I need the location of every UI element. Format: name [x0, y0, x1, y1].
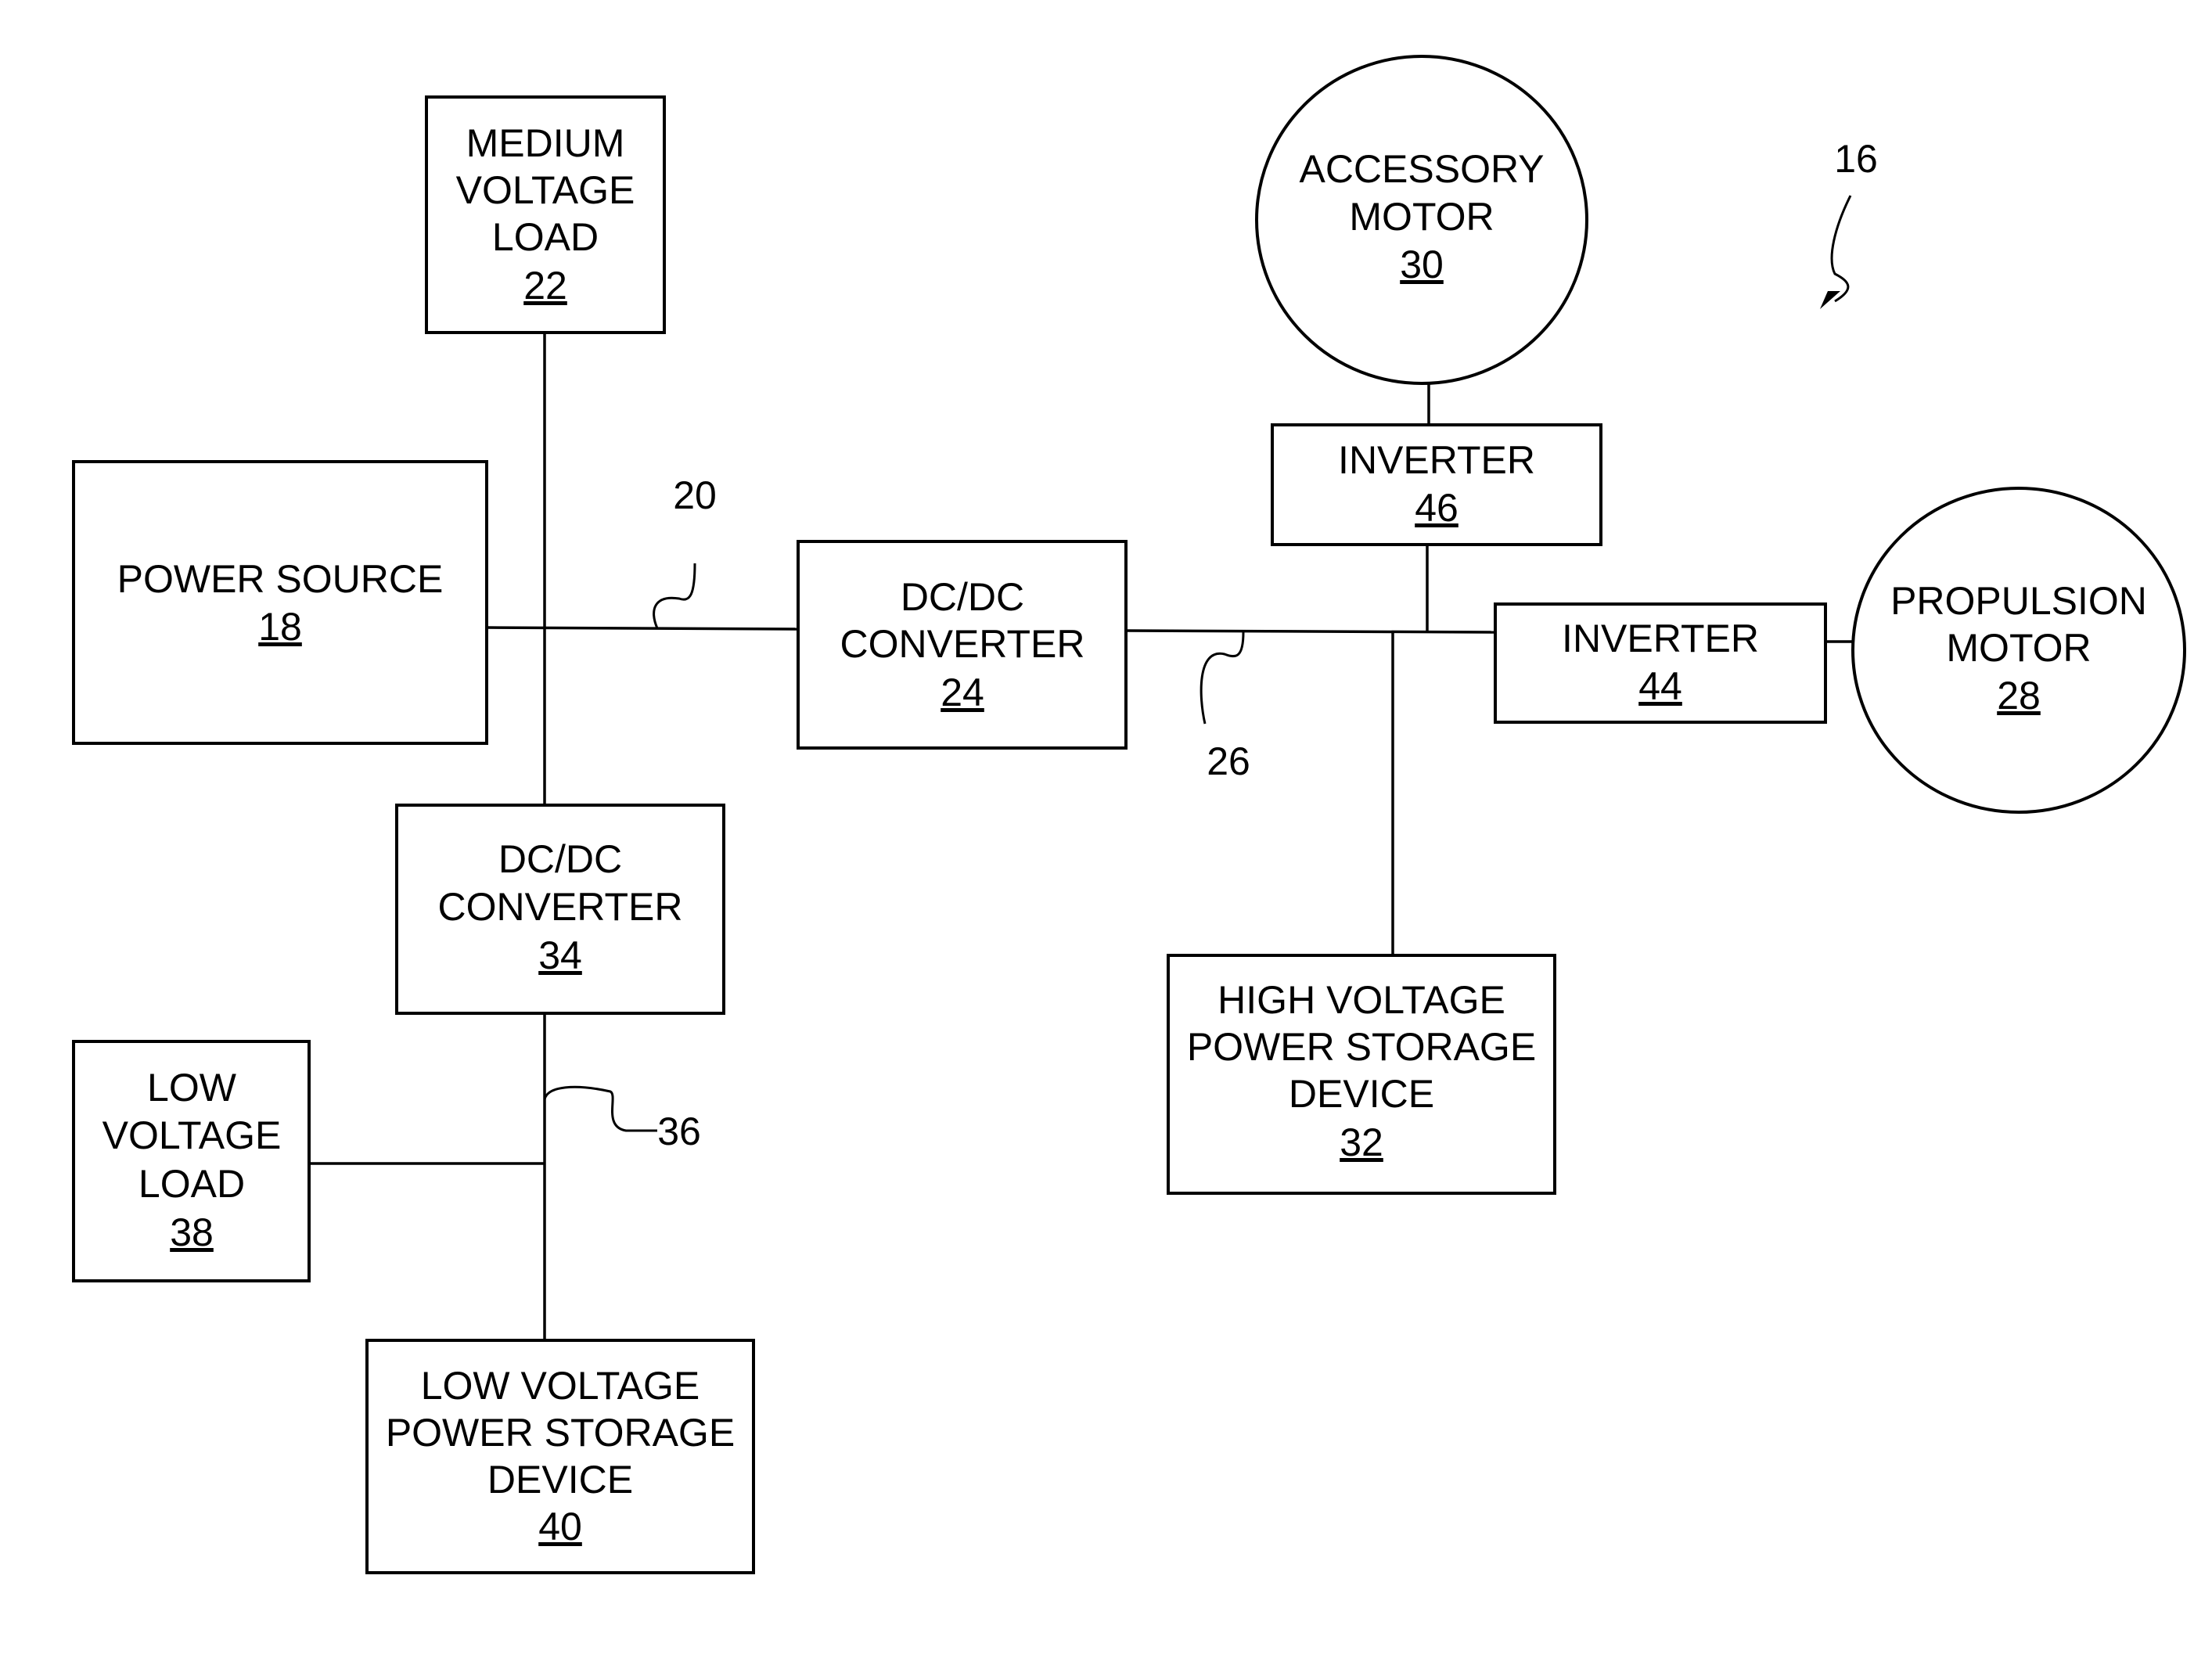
- propulsion-motor-line-2: MOTOR: [1946, 626, 2091, 670]
- hv-storage-line-2: POWER STORAGE: [1187, 1025, 1536, 1069]
- component-medium-voltage-load: MEDIUM VOLTAGE LOAD 22: [425, 95, 666, 334]
- lv-load-line-3: LOAD: [138, 1162, 245, 1206]
- power-source-ref: 18: [258, 605, 302, 649]
- high-voltage-bus-wire: [1125, 629, 1496, 634]
- inverter-44-line-1: INVERTER: [1562, 617, 1759, 660]
- accessory-motor-line-2: MOTOR: [1349, 195, 1494, 239]
- component-inverter-44: INVERTER 44: [1494, 602, 1827, 724]
- lv-storage-line-1: LOW VOLTAGE: [421, 1364, 700, 1408]
- hv-storage-line-1: HIGH VOLTAGE: [1217, 978, 1505, 1022]
- inverter-46-ref: 46: [1415, 486, 1458, 530]
- lv-load-ref: 38: [170, 1210, 214, 1254]
- inverter-44-ref: 44: [1638, 664, 1682, 708]
- callout-20: 20: [673, 473, 717, 517]
- accessory-motor-line-1: ACCESSORY: [1299, 147, 1544, 191]
- lv-storage-line-2: POWER STORAGE: [386, 1411, 735, 1455]
- callout-36: 36: [657, 1110, 701, 1153]
- component-propulsion-motor: PROPULSION MOTOR 28: [1851, 487, 2186, 814]
- inverter-46-line-1: INVERTER: [1338, 438, 1535, 482]
- mv-load-line-3: LOAD: [492, 215, 599, 259]
- lv-load-line-1: LOW: [147, 1066, 237, 1110]
- mv-load-line-2: VOLTAGE: [456, 168, 635, 212]
- component-accessory-motor: ACCESSORY MOTOR 30: [1255, 55, 1588, 385]
- mv-load-line-1: MEDIUM: [466, 121, 625, 165]
- accessory-motor-ref: 30: [1400, 243, 1444, 286]
- lv-storage-ref: 40: [538, 1505, 582, 1548]
- component-lv-storage: LOW VOLTAGE POWER STORAGE DEVICE 40: [365, 1339, 755, 1574]
- dcdc-24-ref: 24: [941, 671, 984, 714]
- power-source-line-1: POWER SOURCE: [117, 557, 444, 601]
- dcdc-34-line-2: CONVERTER: [437, 885, 682, 929]
- lv-storage-line-3: DEVICE: [487, 1458, 633, 1502]
- lv-load-line-2: VOLTAGE: [103, 1113, 282, 1157]
- dcdc-34-line-1: DC/DC: [498, 837, 622, 881]
- figure-reference-16: 16: [1834, 137, 1878, 181]
- component-dcdc-converter-34: DC/DC CONVERTER 34: [395, 804, 725, 1015]
- callout-26: 26: [1207, 739, 1250, 783]
- component-inverter-46: INVERTER 46: [1271, 423, 1602, 546]
- dcdc-24-line-1: DC/DC: [901, 575, 1024, 619]
- medium-voltage-bus-wire: [486, 626, 799, 631]
- component-dcdc-converter-24: DC/DC CONVERTER 24: [797, 540, 1128, 750]
- hv-storage-ref: 32: [1340, 1120, 1383, 1164]
- component-power-source: POWER SOURCE 18: [72, 460, 488, 745]
- power-system-diagram: MEDIUM VOLTAGE LOAD 22 POWER SOURCE 18 D…: [72, 55, 2186, 1574]
- propulsion-motor-line-1: PROPULSION: [1890, 579, 2147, 623]
- fig-16-leader: [1830, 195, 1852, 303]
- hv-storage-line-3: DEVICE: [1289, 1072, 1434, 1116]
- bus-36-leader: [543, 1085, 657, 1132]
- component-hv-storage: HIGH VOLTAGE POWER STORAGE DEVICE 32: [1167, 954, 1556, 1195]
- bus-26-leader: [1200, 631, 1245, 725]
- bus-20-leader: [653, 563, 696, 629]
- dcdc-24-line-2: CONVERTER: [840, 622, 1084, 666]
- component-low-voltage-load: LOW VOLTAGE LOAD 38: [72, 1040, 311, 1282]
- propulsion-motor-ref: 28: [1997, 674, 2041, 718]
- mv-load-ref: 22: [523, 264, 567, 308]
- dcdc-34-ref: 34: [538, 933, 582, 977]
